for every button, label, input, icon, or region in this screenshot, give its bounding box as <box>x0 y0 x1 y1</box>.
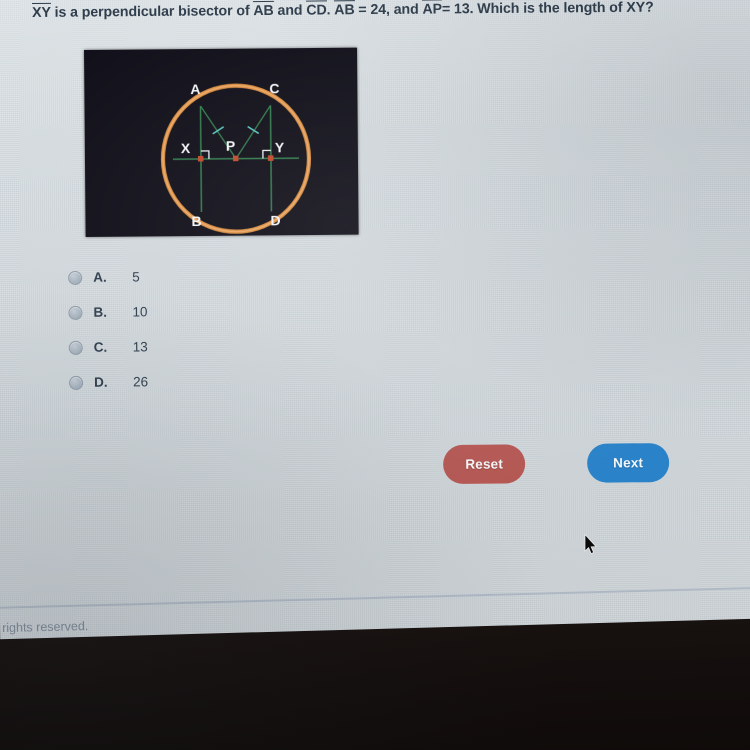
option-value-d: 26 <box>133 374 149 390</box>
point-y <box>267 155 274 161</box>
question-text-fragment-11: ? <box>644 0 654 16</box>
option-letter-d: D. <box>94 374 108 390</box>
next-button[interactable]: Next <box>586 443 670 483</box>
question-text-fragment-3: and <box>273 2 307 19</box>
question-text-fragment-1: is a perpendicular bisector of <box>50 3 254 21</box>
option-letter-c: C. <box>93 339 108 355</box>
segment-name-xy-10: XY <box>626 0 646 16</box>
diagram-label-a: A <box>190 81 200 97</box>
option-letter-b: B. <box>93 304 108 320</box>
question-text: XY is a perpendicular bisector of AB and… <box>32 0 732 21</box>
diagram-label-d: D <box>270 212 280 228</box>
segment-name-ap-8: AP <box>422 1 443 18</box>
footer-copyright-text: rights reserved. <box>2 619 89 635</box>
question-text-fragment-7: = 24, and <box>354 1 423 19</box>
point-x <box>197 155 204 162</box>
geometry-diagram: A C X P Y B D <box>84 47 359 237</box>
quiz-content: XY is a perpendicular bisector of AB and… <box>0 0 750 652</box>
answer-options: A. 5 B. 10 C. 13 D. 26 <box>68 259 148 400</box>
radio-button-b[interactable] <box>68 305 83 320</box>
radio-button-c[interactable] <box>68 340 83 355</box>
segment-name-ab-2: AB <box>253 2 274 20</box>
point-p <box>232 155 239 162</box>
mouse-cursor-icon <box>584 533 598 555</box>
diagram-label-b: B <box>191 213 201 229</box>
option-letter-a: A. <box>93 269 107 285</box>
option-row-c[interactable]: C. 13 <box>68 329 148 365</box>
option-row-d[interactable]: D. 26 <box>69 364 148 400</box>
photographed-screen: XY is a perpendicular bisector of AB and… <box>0 0 750 750</box>
question-text-fragment-5: . <box>326 2 335 19</box>
radio-button-a[interactable] <box>68 270 83 285</box>
radio-button-d[interactable] <box>69 375 84 390</box>
segment-name-cd-4: CD <box>306 2 327 19</box>
option-row-b[interactable]: B. 10 <box>68 294 148 330</box>
action-button-bar: Reset Next <box>443 443 670 484</box>
segment-name-ab-6: AB <box>334 2 355 19</box>
diagram-label-x: X <box>181 140 191 156</box>
question-text-fragment-9: = 13. Which is the length of <box>441 0 627 18</box>
diagram-label-c: C <box>269 80 279 96</box>
option-value-c: 13 <box>132 339 148 355</box>
diagram-label-p: P <box>226 138 235 154</box>
option-value-a: 5 <box>132 269 140 285</box>
option-row-a[interactable]: A. 5 <box>68 259 147 295</box>
footer-divider <box>0 586 750 609</box>
segment-name-xy-0: XY <box>32 4 51 21</box>
reset-button[interactable]: Reset <box>443 444 526 484</box>
diagram-label-y: Y <box>275 139 285 155</box>
option-value-b: 10 <box>132 304 148 320</box>
monitor-bezel <box>0 617 750 750</box>
